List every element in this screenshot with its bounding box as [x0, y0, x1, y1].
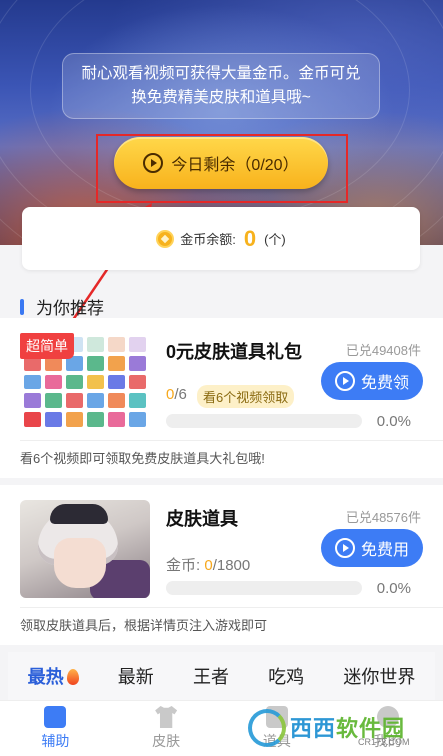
progress-bar: [166, 414, 362, 428]
redeemed-count: 已兑48576件: [345, 510, 421, 525]
hero-message: 耐心观看视频可获得大量金币。金币可兑换免费精美皮肤和道具哦~: [62, 53, 380, 119]
coin-balance-label: 金币余额:: [180, 232, 236, 247]
nav-assist-label: 辅助: [41, 733, 70, 749]
character-hat: [50, 504, 108, 524]
character-face: [54, 538, 106, 588]
redeemed-count: 已兑49408件: [345, 343, 421, 358]
item-description: 看6个视频即可领取免费皮肤道具大礼包哦!: [20, 451, 265, 466]
assist-icon: [44, 706, 67, 728]
video-progress: 0/6: [166, 386, 187, 403]
tab-hottest-label: 最热: [27, 667, 64, 687]
shirt-icon: [155, 706, 178, 728]
watermark-logo-icon: [248, 709, 286, 747]
easy-tag: 超简单: [20, 333, 74, 359]
divider: [20, 440, 443, 441]
watermark-url: CR173.COM: [358, 737, 410, 747]
coin-balance-card: 金币余额: 0 (个): [22, 207, 420, 270]
nav-skins[interactable]: 皮肤: [111, 701, 222, 756]
list-item[interactable]: 皮肤道具 已兑48576件 免费用 金币: 0/1800 0.0% 领取皮肤道具…: [0, 485, 443, 645]
tab-newest[interactable]: 最新: [118, 663, 154, 689]
progress-percent: 0.0%: [376, 580, 411, 597]
play-icon: [334, 538, 355, 558]
coin-balance-unit: (个): [264, 232, 286, 247]
tab-pubg[interactable]: 吃鸡: [268, 663, 304, 689]
coin-icon: [156, 229, 175, 248]
tab-honor-of-kings[interactable]: 王者: [193, 663, 229, 689]
progress-total: /1800: [212, 557, 251, 574]
progress-bar: [166, 581, 362, 595]
progress-total: /6: [174, 386, 187, 403]
claim-free-button[interactable]: 免费领: [321, 362, 423, 400]
coin-progress-label: 金币:: [166, 557, 205, 574]
use-free-label: 免费用: [360, 542, 409, 559]
section-bar: [20, 298, 24, 315]
item-title: 0元皮肤道具礼包: [166, 342, 303, 362]
play-icon: [334, 371, 355, 391]
tab-hottest[interactable]: 最热: [28, 663, 79, 689]
progress-percent: 0.0%: [376, 413, 411, 430]
use-free-button[interactable]: 免费用: [321, 529, 423, 567]
item-title: 皮肤道具: [166, 509, 238, 529]
item-description: 领取皮肤道具后，根据详情页注入游戏即可: [20, 618, 268, 633]
section-header: 为你推荐: [20, 294, 104, 319]
coin-balance-value: 0: [243, 225, 257, 251]
list-item[interactable]: 超简单 0元皮肤道具礼包 已兑49408件 免费领 0/6 看6个视频领取 0.…: [0, 318, 443, 478]
nav-skins-label: 皮肤: [152, 733, 181, 749]
category-tabs: 最热 最新 王者 吃鸡 迷你世界: [8, 652, 435, 700]
claim-free-label: 免费领: [360, 375, 409, 392]
video-requirement-tag: 看6个视频领取: [197, 385, 295, 408]
nav-assist[interactable]: 辅助: [0, 701, 111, 756]
character-thumbnail: [20, 500, 150, 598]
flame-icon: [66, 669, 79, 685]
watermark-text-a: 西西: [290, 716, 337, 741]
watermark: 西西软件园 CR173.COM: [248, 705, 438, 751]
progress-current: 0: [204, 557, 213, 574]
coin-progress: 金币: 0/1800: [166, 554, 250, 575]
tab-mini-world[interactable]: 迷你世界: [343, 663, 415, 689]
divider: [20, 607, 443, 608]
section-title: 为你推荐: [36, 299, 104, 318]
highlight-box: [96, 134, 348, 203]
